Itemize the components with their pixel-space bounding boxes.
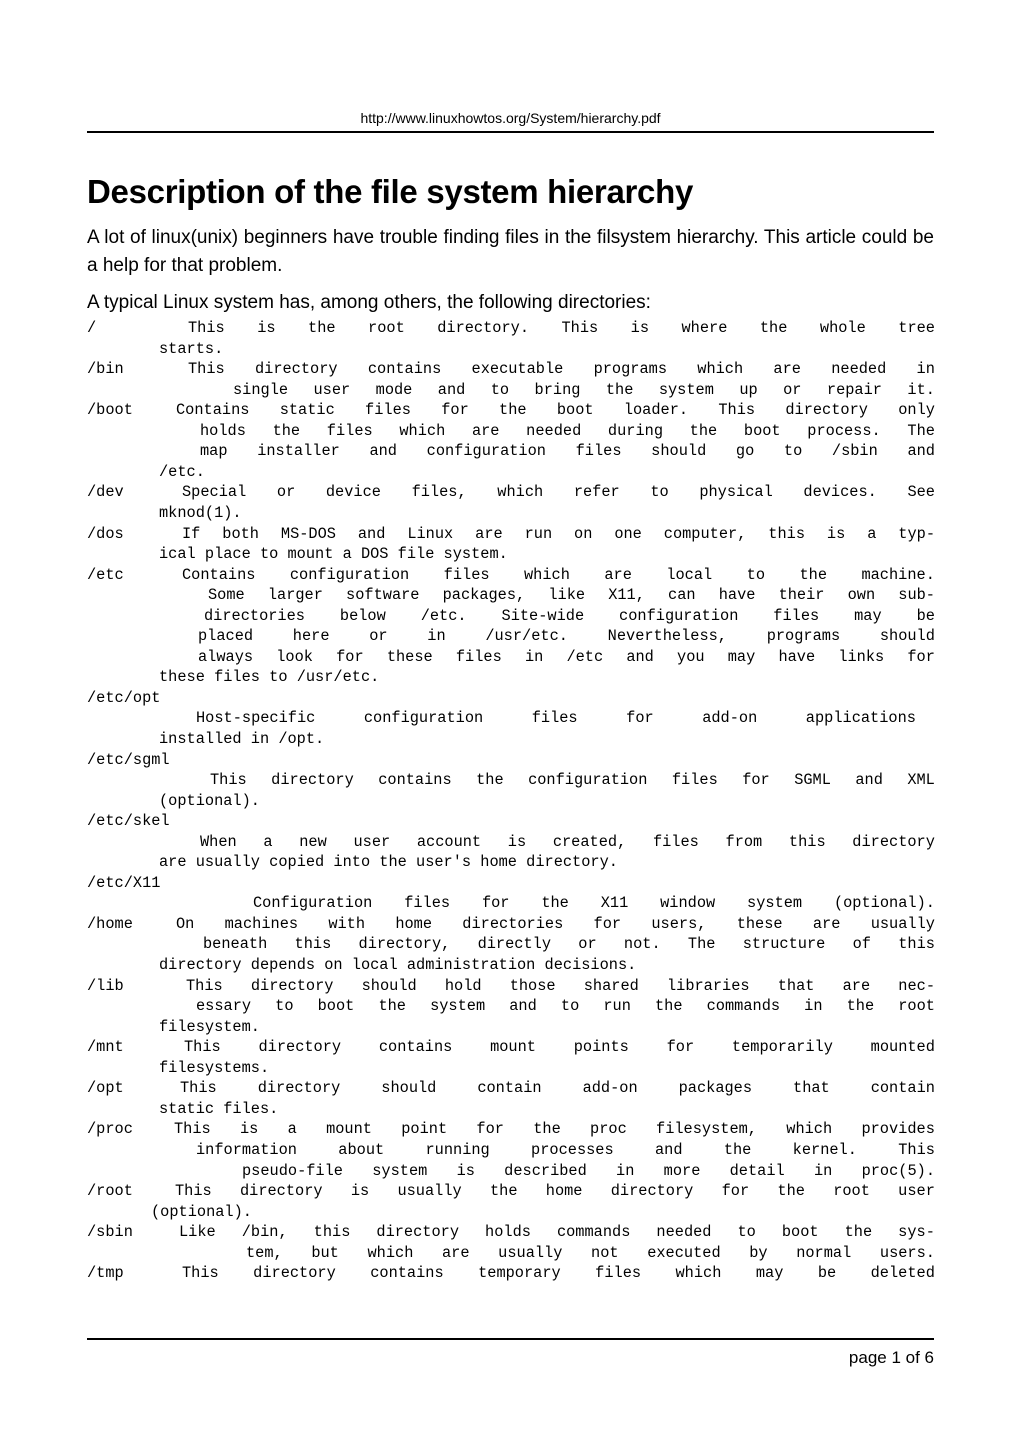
directory-description-line: This directory should contain add-on packages… — [180, 1079, 935, 1097]
directory-path: /etc/opt — [87, 689, 161, 707]
directory-description-line: This directory is usually the home directory fo… — [175, 1182, 935, 1200]
directory-path: /opt — [87, 1079, 124, 1097]
directory-description-line: Contains static files for the boot loader. This… — [176, 401, 935, 419]
directory-description-line: mknod(1). — [159, 504, 242, 522]
directory-description-line: Configuration files for the X11 window system(… — [253, 894, 935, 912]
directory-path: /home — [87, 915, 133, 933]
directory-path: /root — [87, 1182, 133, 1200]
directory-description-line: always look for these files in/etc and you may ha… — [198, 648, 935, 666]
directory-path: /etc — [87, 566, 124, 584]
directory-description-line: Like/bin, this directory holds commands neede… — [179, 1223, 935, 1241]
directory-description-line: directory depends on local administration dec… — [159, 956, 637, 974]
directory-description-line: (optional). — [151, 1203, 252, 1221]
directory-path: /dos — [87, 525, 124, 543]
directory-description-line: static files. — [159, 1100, 279, 1118]
directory-description-line: filesystems. — [159, 1059, 270, 1077]
directory-description-line: tem, but which are usually not executed by norma… — [246, 1244, 935, 1262]
directory-path: /sbin — [87, 1223, 133, 1241]
directory-description-line: Some larger software packages, like X11, can ha… — [208, 586, 935, 604]
directory-description-line: installed in/opt. — [159, 730, 325, 748]
directory-path: /tmp — [87, 1264, 124, 1282]
directory-description-line: placed here or in/usr/etc. Nevertheless, prog… — [198, 627, 935, 645]
directory-description-line: (optional). — [159, 792, 260, 810]
directory-description-line: This directory contains temporary files which… — [182, 1264, 935, 1282]
directory-description-line: When a new user account is created, files from th… — [200, 833, 935, 851]
footer-rule — [87, 1338, 934, 1340]
directory-path: / — [87, 319, 97, 337]
directory-description-line: these files to/usr/etc. — [159, 668, 380, 686]
directory-description-line: essary to boot the system and to run the commands… — [196, 997, 935, 1015]
directory-description-line: holds the files which are needed during the boot… — [200, 422, 935, 440]
directory-path: /proc — [87, 1120, 133, 1138]
directory-path: /etc/X11 — [87, 874, 161, 892]
directory-path: /dev — [87, 483, 124, 501]
directory-description-line: On machines with home directories for users, th… — [176, 915, 935, 933]
page-number: page 1 of 6 — [848, 1348, 934, 1367]
directory-path: /lib — [87, 977, 124, 995]
directory-path: /bin — [87, 360, 124, 378]
directory-description-line: This is the root directory. This is where the who… — [188, 319, 935, 337]
pdf-page: http://www.linuxhowtos.org/System/hierar… — [0, 0, 1020, 1442]
directory-path: /mnt — [87, 1038, 124, 1056]
directory-description-line: This directory should hold those shared librar… — [186, 977, 935, 995]
directory-description-line: single user mode and to bring the system up or rep… — [233, 381, 935, 399]
directory-description-line: This directory contains the configuration fil… — [210, 771, 935, 789]
directory-description-line: Contains configuration files which are local t… — [182, 566, 935, 584]
directory-description-line: starts. — [159, 340, 224, 358]
directory-description-line: pseudo-file system is described in more detail… — [242, 1162, 935, 1180]
directory-description-line: map installer and configuration files should g… — [200, 442, 935, 460]
directory-description-line: beneath this directory, directly or not. The st… — [203, 935, 935, 953]
directory-path: /boot — [87, 401, 133, 419]
directory-description-line: /etc. — [159, 463, 205, 481]
directory-description-line: ical place to mount a DOS file system. — [159, 545, 508, 563]
directory-path: /etc/sgml — [87, 751, 170, 769]
directory-description-line: directories below/etc. Site-wide configurat… — [204, 607, 935, 625]
directory-description-line: If both MS-DOS and Linux are run on one computer,… — [182, 525, 935, 543]
directory-description-line: This directory contains executable programs w… — [188, 360, 935, 378]
directory-description-line: information about running processes and the ke… — [196, 1141, 935, 1159]
directory-description-line: filesystem. — [159, 1018, 260, 1036]
directory-description-line: This is a mount point for the proc filesystem, wh… — [174, 1120, 935, 1138]
directory-path: /etc/skel — [87, 812, 170, 830]
directory-description-line: Host-specific configuration files for add-on… — [196, 709, 916, 727]
directory-description-line: This directory contains mount points for tempo… — [184, 1038, 935, 1056]
directory-list: / This is the root directory. This is where the wh… — [0, 0, 1020, 1442]
directory-description-line: Special or device files, which refer to physica… — [182, 483, 935, 501]
directory-description-line: are usually copied into the user's home directo… — [159, 853, 618, 871]
